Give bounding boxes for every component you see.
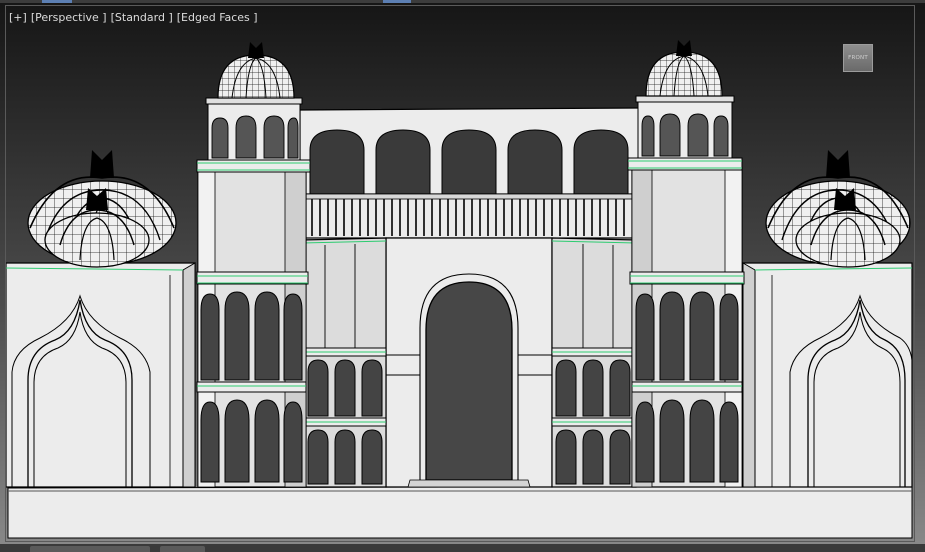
right-wing[interactable] (742, 262, 913, 488)
central-gateway[interactable] (385, 237, 553, 488)
viewcube-face-label: FRONT (848, 55, 868, 61)
time-slider-tab[interactable] (30, 546, 150, 552)
viewcube-icon[interactable]: FRONT (843, 44, 873, 72)
main-arch-opening (425, 281, 513, 481)
viewport-top-strip (0, 0, 925, 3)
perspective-viewport[interactable]: [+] [Perspective ] [Standard ] [Edged Fa… (0, 0, 925, 552)
left-wing[interactable] (5, 262, 196, 488)
left-tower[interactable] (196, 42, 311, 488)
right-side-arcade[interactable] (551, 237, 637, 488)
viewport-shading-menu[interactable]: [Standard ] (111, 10, 173, 26)
top-tab-indicator (42, 0, 72, 3)
viewport-point-of-view-menu[interactable]: [Perspective ] (31, 10, 107, 26)
right-tower[interactable] (627, 40, 745, 488)
viewport-label-menu[interactable]: [+] [Perspective ] [Standard ] [Edged Fa… (9, 10, 258, 26)
ground-plane (7, 485, 913, 539)
time-slider-tab[interactable] (160, 546, 205, 552)
top-tab-indicator (383, 0, 411, 3)
central-upper-wall[interactable] (299, 107, 641, 241)
3d-scene[interactable] (0, 0, 925, 552)
left-side-arcade[interactable] (301, 237, 387, 488)
viewport-menu-plus[interactable]: [+] (9, 10, 27, 26)
viewport-display-mode-menu[interactable]: [Edged Faces ] (177, 10, 258, 26)
